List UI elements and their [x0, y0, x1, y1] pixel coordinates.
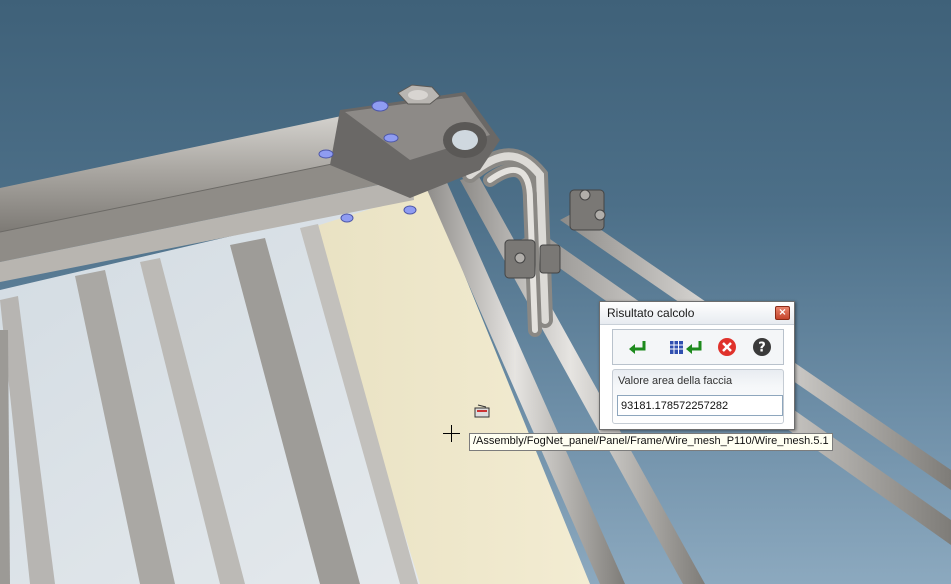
table-export-icon[interactable] [668, 336, 704, 358]
selection-path-tooltip: /Assembly/FogNet_panel/Panel/Frame/Wire_… [469, 433, 833, 451]
result-value-field[interactable] [617, 395, 783, 416]
result-group: Valore area della faccia [612, 369, 784, 424]
close-button[interactable]: × [775, 306, 790, 320]
dialog-title: Risultato calcolo [607, 306, 695, 320]
3d-viewport[interactable]: /Assembly/FogNet_panel/Panel/Frame/Wire_… [0, 0, 951, 584]
measure-tool-cursor-icon [474, 404, 490, 418]
crosshair-cursor-icon [443, 425, 460, 442]
accept-icon[interactable] [626, 336, 650, 358]
dialog-titlebar[interactable]: Risultato calcolo × [600, 302, 794, 325]
svg-text:?: ? [758, 341, 766, 356]
cad-model-scene[interactable] [0, 0, 951, 584]
calculation-result-dialog[interactable]: Risultato calcolo × ? Valore area della … [599, 301, 795, 430]
cancel-icon[interactable] [715, 336, 739, 358]
dialog-toolbar: ? [612, 329, 784, 365]
help-icon[interactable]: ? [750, 336, 774, 358]
result-label: Valore area della faccia [618, 375, 733, 387]
